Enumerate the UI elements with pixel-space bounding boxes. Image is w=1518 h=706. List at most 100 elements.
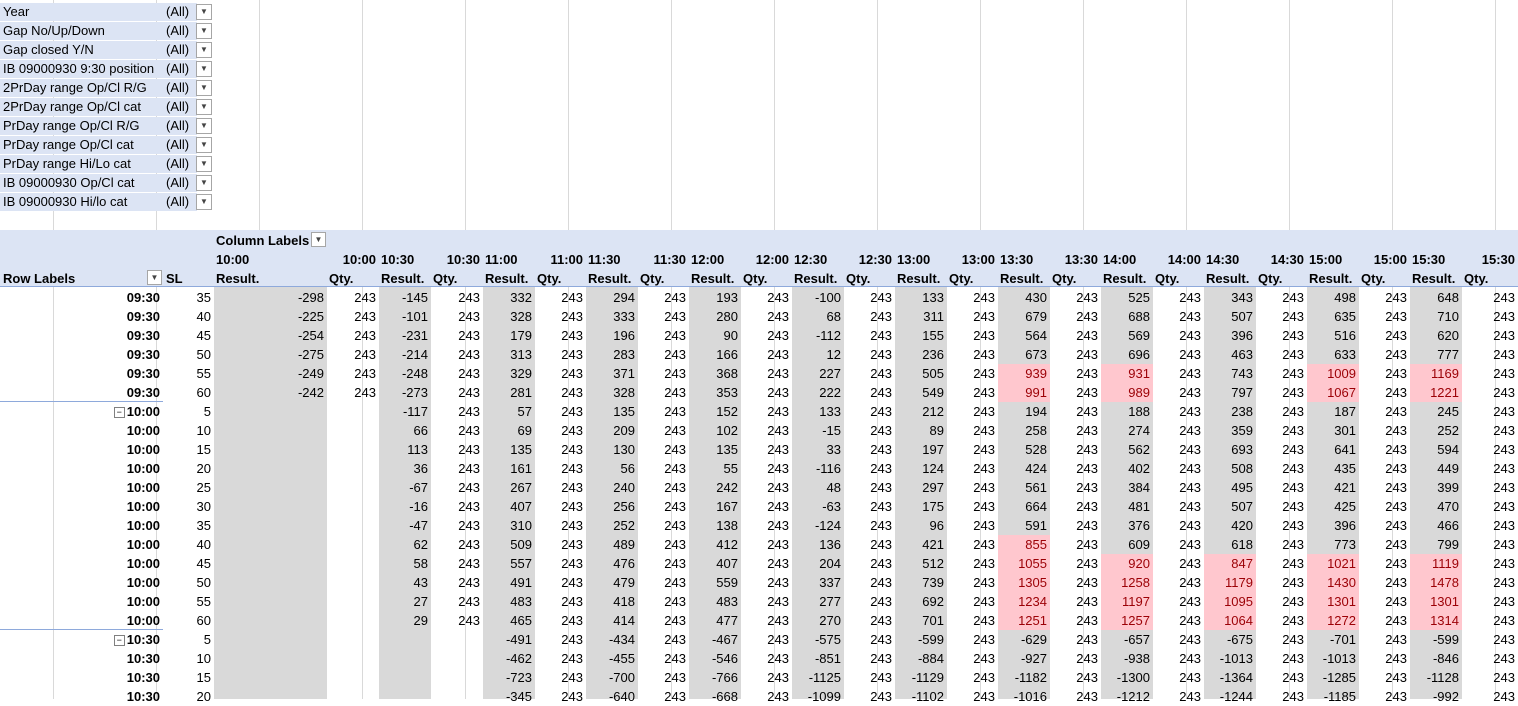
- result-cell[interactable]: 692: [895, 592, 947, 611]
- result-cell[interactable]: 512: [895, 554, 947, 573]
- qty-cell[interactable]: 243: [1050, 535, 1101, 554]
- qty-cell[interactable]: 243: [1256, 364, 1307, 383]
- column-labels-dropdown-icon[interactable]: ▼: [311, 232, 326, 247]
- qty-cell[interactable]: 243: [1462, 307, 1518, 326]
- result-cell[interactable]: 635: [1307, 307, 1359, 326]
- result-cell[interactable]: -723: [483, 668, 535, 687]
- qty-cell[interactable]: 243: [638, 516, 689, 535]
- qty-cell[interactable]: 243: [638, 554, 689, 573]
- qty-cell[interactable]: 243: [741, 383, 792, 402]
- filter-dropdown-icon[interactable]: ▼: [196, 175, 212, 191]
- qty-cell[interactable]: 243: [741, 516, 792, 535]
- result-cell[interactable]: 562: [1101, 440, 1153, 459]
- result-cell[interactable]: 313: [483, 345, 535, 364]
- result-cell[interactable]: 449: [1410, 459, 1462, 478]
- qty-cell[interactable]: 243: [1359, 668, 1410, 687]
- result-cell[interactable]: 508: [1204, 459, 1256, 478]
- qty-cell[interactable]: 243: [1153, 649, 1204, 668]
- qty-cell[interactable]: 243: [1462, 440, 1518, 459]
- result-cell[interactable]: 696: [1101, 345, 1153, 364]
- sl-cell[interactable]: 35: [163, 516, 214, 535]
- result-cell[interactable]: 420: [1204, 516, 1256, 535]
- qty-cell[interactable]: 243: [844, 326, 895, 345]
- result-cell[interactable]: -575: [792, 630, 844, 649]
- qty-cell[interactable]: 243: [1359, 326, 1410, 345]
- result-cell[interactable]: 489: [586, 535, 638, 554]
- result-cell[interactable]: [214, 402, 327, 421]
- row-label-cell[interactable]: 09:30: [0, 364, 163, 383]
- result-cell[interactable]: [214, 440, 327, 459]
- result-cell[interactable]: -1102: [895, 687, 947, 706]
- qty-cell[interactable]: 243: [638, 459, 689, 478]
- result-cell[interactable]: 673: [998, 345, 1050, 364]
- result-cell[interactable]: -101: [379, 307, 431, 326]
- qty-cell[interactable]: 243: [947, 478, 998, 497]
- qty-cell[interactable]: 243: [1462, 383, 1518, 402]
- result-cell[interactable]: 197: [895, 440, 947, 459]
- qty-cell[interactable]: 243: [741, 649, 792, 668]
- result-cell[interactable]: 113: [379, 440, 431, 459]
- result-cell[interactable]: 421: [895, 535, 947, 554]
- qty-cell[interactable]: [327, 535, 379, 554]
- qty-cell[interactable]: 243: [1359, 497, 1410, 516]
- result-cell[interactable]: [379, 649, 431, 668]
- result-cell[interactable]: 359: [1204, 421, 1256, 440]
- result-cell[interactable]: 329: [483, 364, 535, 383]
- result-cell[interactable]: -657: [1101, 630, 1153, 649]
- qty-cell[interactable]: 243: [1359, 554, 1410, 573]
- qty-cell[interactable]: [431, 668, 483, 687]
- qty-cell[interactable]: 243: [1153, 421, 1204, 440]
- qty-cell[interactable]: [431, 687, 483, 706]
- qty-cell[interactable]: 243: [844, 554, 895, 573]
- result-cell[interactable]: -1364: [1204, 668, 1256, 687]
- result-cell[interactable]: 509: [483, 535, 535, 554]
- row-label-cell[interactable]: −10:00: [0, 402, 163, 421]
- qty-cell[interactable]: 243: [741, 668, 792, 687]
- result-cell[interactable]: 465: [483, 611, 535, 630]
- result-cell[interactable]: 69: [483, 421, 535, 440]
- sl-cell[interactable]: 55: [163, 364, 214, 383]
- result-cell[interactable]: [379, 687, 431, 706]
- qty-cell[interactable]: 243: [1153, 516, 1204, 535]
- result-cell[interactable]: 1251: [998, 611, 1050, 630]
- result-cell[interactable]: 204: [792, 554, 844, 573]
- qty-cell[interactable]: [327, 630, 379, 649]
- row-label-cell[interactable]: 09:30: [0, 307, 163, 326]
- result-cell[interactable]: 29: [379, 611, 431, 630]
- qty-cell[interactable]: 243: [844, 516, 895, 535]
- result-cell[interactable]: 133: [792, 402, 844, 421]
- result-cell[interactable]: 507: [1204, 497, 1256, 516]
- result-cell[interactable]: 569: [1101, 326, 1153, 345]
- result-cell[interactable]: -1129: [895, 668, 947, 687]
- qty-cell[interactable]: 243: [741, 611, 792, 630]
- qty-cell[interactable]: [327, 592, 379, 611]
- result-cell[interactable]: 135: [689, 440, 741, 459]
- result-cell[interactable]: 135: [483, 440, 535, 459]
- result-cell[interactable]: [214, 649, 327, 668]
- qty-cell[interactable]: 243: [1153, 573, 1204, 592]
- qty-cell[interactable]: 243: [431, 364, 483, 383]
- qty-cell[interactable]: 243: [844, 345, 895, 364]
- result-cell[interactable]: 209: [586, 421, 638, 440]
- qty-cell[interactable]: 243: [1256, 649, 1307, 668]
- result-cell[interactable]: 991: [998, 383, 1050, 402]
- result-cell[interactable]: -116: [792, 459, 844, 478]
- result-cell[interactable]: [214, 478, 327, 497]
- result-cell[interactable]: 166: [689, 345, 741, 364]
- qty-cell[interactable]: 243: [844, 630, 895, 649]
- result-cell[interactable]: 618: [1204, 535, 1256, 554]
- result-cell[interactable]: 281: [483, 383, 535, 402]
- qty-cell[interactable]: 243: [1256, 421, 1307, 440]
- result-cell[interactable]: 376: [1101, 516, 1153, 535]
- qty-cell[interactable]: 243: [535, 668, 586, 687]
- qty-cell[interactable]: 243: [1462, 687, 1518, 706]
- qty-cell[interactable]: 243: [947, 592, 998, 611]
- result-cell[interactable]: -249: [214, 364, 327, 383]
- result-cell[interactable]: -851: [792, 649, 844, 668]
- result-cell[interactable]: 1430: [1307, 573, 1359, 592]
- qty-cell[interactable]: 243: [1050, 592, 1101, 611]
- qty-cell[interactable]: 243: [1359, 402, 1410, 421]
- qty-cell[interactable]: 243: [1359, 592, 1410, 611]
- row-label-cell[interactable]: 10:00: [0, 497, 163, 516]
- qty-cell[interactable]: [327, 554, 379, 573]
